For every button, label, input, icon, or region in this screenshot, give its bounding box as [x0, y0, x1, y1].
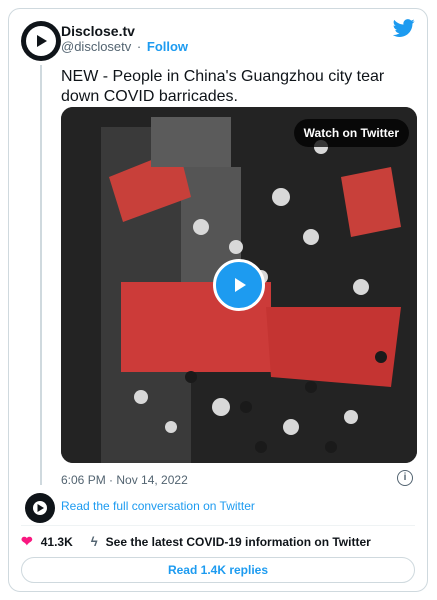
follow-button[interactable]: Follow: [147, 39, 188, 54]
read-full-conversation-link[interactable]: Read the full conversation on Twitter: [61, 499, 255, 513]
separator-dot: ·: [136, 39, 142, 54]
twitter-bird-icon[interactable]: [393, 17, 415, 39]
video-thumbnail[interactable]: Watch on Twitter: [61, 107, 417, 463]
like-count[interactable]: 41.3K: [41, 535, 73, 549]
author-name[interactable]: Disclose.tv: [61, 23, 135, 39]
play-logo-icon: [26, 26, 56, 56]
play-icon: [235, 278, 246, 292]
tweet-timestamp[interactable]: 6:06 PM · Nov 14, 2022: [61, 473, 188, 487]
tweet-card: Disclose.tv @disclosetv · Follow NEW - P…: [8, 8, 428, 592]
divider: [21, 525, 415, 526]
info-icon[interactable]: i: [397, 470, 413, 486]
play-logo-icon: [33, 501, 47, 515]
action-bar: ❤ 41.3K ϟ See the latest COVID-19 inform…: [21, 533, 371, 550]
covid-info-link[interactable]: See the latest COVID-19 information on T…: [106, 535, 371, 549]
conversation-avatar[interactable]: [25, 493, 55, 523]
author-avatar[interactable]: [21, 21, 61, 61]
tweet-text: NEW - People in China's Guangzhou city t…: [61, 68, 385, 105]
heart-icon[interactable]: ❤: [21, 533, 33, 550]
lightning-icon: ϟ: [90, 534, 98, 549]
author-handle[interactable]: @disclosetv: [61, 39, 131, 54]
watch-on-twitter-button[interactable]: Watch on Twitter: [293, 119, 409, 147]
thread-line: [40, 65, 42, 485]
play-button[interactable]: [213, 259, 265, 311]
read-replies-button[interactable]: Read 1.4K replies: [21, 557, 415, 583]
author-handle-row: @disclosetv · Follow: [61, 39, 188, 54]
